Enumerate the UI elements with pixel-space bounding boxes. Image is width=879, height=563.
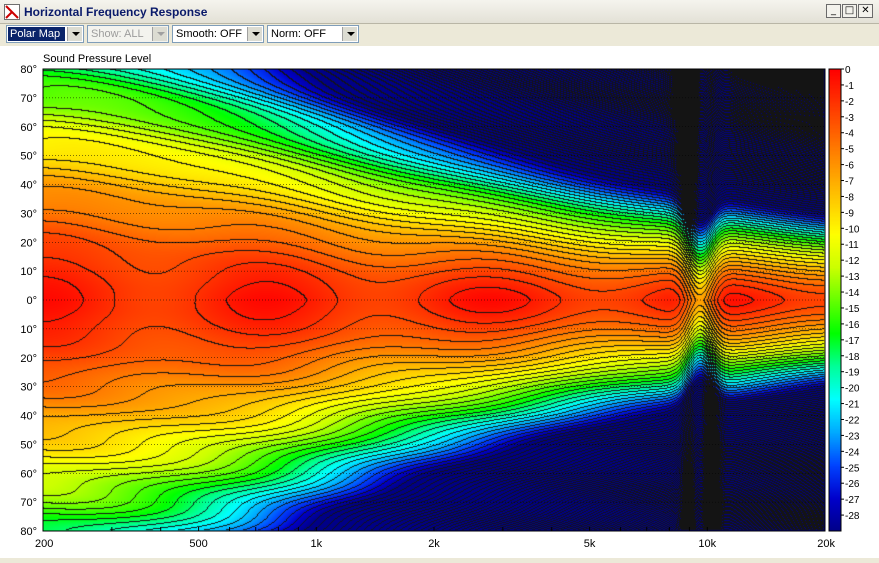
y-tick-label: 50° [20,439,37,451]
colorbar-label: -14 [845,288,860,299]
view-mode-dropdown[interactable]: Polar Map [6,25,84,43]
norm-value: Norm: OFF [271,28,326,40]
y-tick-label: 30° [20,208,37,220]
window-title: Horizontal Frequency Response [24,5,208,19]
show-value: Show: ALL [91,28,144,40]
colorbar-label: 0 [845,65,851,76]
colorbar-label: -11 [845,240,859,251]
y-tick-label: 50° [20,151,37,163]
colorbar-label: -10 [845,224,860,235]
colorbar-label: -5 [845,145,854,156]
view-mode-value: Polar Map [8,27,65,41]
y-tick-label: 70° [20,93,37,105]
colorbar-label: -20 [845,384,860,395]
colorbar-label: -28 [845,511,860,522]
y-tick-label: 0° [26,295,37,307]
toolbar: Polar Map Show: ALL Smooth: OFF Norm: OF… [0,24,879,46]
x-tick-label: 2k [428,538,440,550]
colorbar-label: -6 [845,161,854,172]
colorbar-label: -18 [845,352,860,363]
y-tick-label: 10° [20,324,37,336]
colorbar [829,69,841,531]
colorbar-label: -16 [845,320,860,331]
y-tick-label: 20° [20,237,37,249]
x-tick-label: 500 [189,538,207,550]
y-tick-label: 70° [20,497,37,509]
x-tick-label: 5k [584,538,596,550]
colorbar-label: -22 [845,415,860,426]
colorbar-label: -13 [845,272,860,283]
colorbar-label: -23 [845,431,860,442]
colorbar-label: -24 [845,447,860,458]
chevron-down-icon[interactable] [67,27,82,41]
y-tick-label: 60° [20,122,37,134]
colorbar-label: -25 [845,463,860,474]
colorbar-label: -3 [845,113,854,124]
y-tick-label: 40° [20,411,37,423]
y-tick-label: 20° [20,353,37,365]
colorbar-label: -4 [845,129,854,140]
minimize-button[interactable]: _ [826,4,841,18]
colorbar-label: -12 [845,256,860,267]
title-bar: Horizontal Frequency Response _ □ ✕ [0,0,879,24]
colorbar-label: -9 [845,208,854,219]
colorbar-label: -8 [845,192,854,203]
close-button[interactable]: ✕ [858,4,873,18]
x-tick-label: 10k [698,538,716,550]
colorbar-label: -27 [845,495,860,506]
y-tick-label: 10° [20,266,37,278]
colorbar-label: -7 [845,177,854,188]
colorbar-label: -19 [845,368,860,379]
norm-dropdown[interactable]: Norm: OFF [267,25,359,43]
show-dropdown[interactable]: Show: ALL [87,25,169,43]
chevron-down-icon[interactable] [247,27,262,41]
x-tick-label: 1k [310,538,322,550]
chart-title: Sound Pressure Level [43,53,151,65]
app-icon [4,4,20,20]
maximize-button[interactable]: □ [842,4,857,18]
y-tick-label: 80° [20,526,37,538]
y-tick-label: 40° [20,180,37,192]
x-tick-label: 200 [35,538,53,550]
chevron-down-icon[interactable] [342,27,357,41]
colorbar-label: -26 [845,479,860,490]
plot-panel: Sound Pressure Level 80° 70° 60° 50° 40° 30° 2… [0,46,879,558]
colorbar-label: -15 [845,304,860,315]
colorbar-label: -21 [845,400,860,411]
smooth-dropdown[interactable]: Smooth: OFF [172,25,264,43]
colorbar-label: -1 [845,81,854,92]
y-tick-label: 30° [20,382,37,394]
y-tick-label: 80° [20,64,37,76]
colorbar-label: -17 [845,336,860,347]
colorbar-label: -2 [845,97,854,108]
x-tick-label: 20k [817,538,835,550]
y-tick-label: 60° [20,468,37,480]
polar-map-chart: Sound Pressure Level 80° 70° 60° 50° 40° 30° 2… [20,53,860,550]
smooth-value: Smooth: OFF [176,28,243,40]
chevron-down-icon[interactable] [152,27,167,41]
